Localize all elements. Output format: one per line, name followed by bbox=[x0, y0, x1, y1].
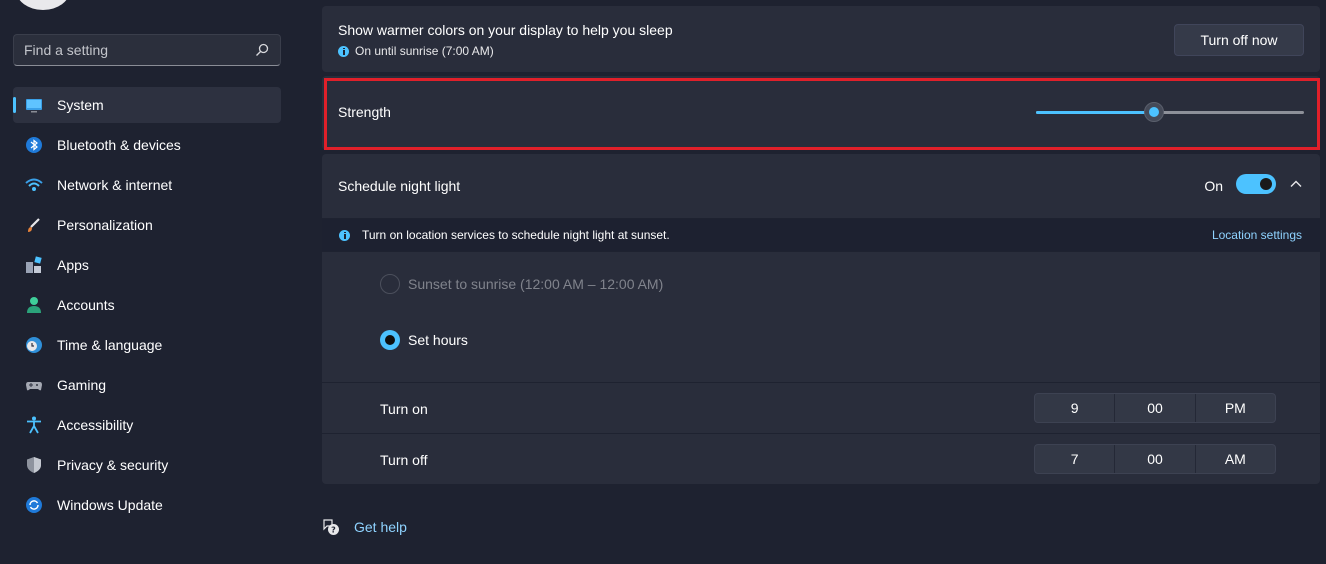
sidebar-item-label: Privacy & security bbox=[57, 457, 169, 473]
status-title: Show warmer colors on your display to he… bbox=[338, 22, 673, 38]
period-field[interactable]: AM bbox=[1196, 445, 1275, 473]
shield-icon bbox=[25, 456, 43, 474]
search-input[interactable] bbox=[24, 42, 254, 58]
gamepad-icon bbox=[25, 376, 43, 394]
accessibility-icon bbox=[25, 416, 43, 434]
slider-thumb[interactable] bbox=[1143, 102, 1164, 122]
sidebar-item-gaming[interactable]: Gaming bbox=[13, 367, 281, 403]
schedule-options: Sunset to sunrise (12:00 AM – 12:00 AM) … bbox=[322, 252, 1320, 382]
sidebar-item-label: Apps bbox=[57, 257, 89, 273]
sidebar-item-apps[interactable]: Apps bbox=[13, 247, 281, 283]
sidebar-item-label: System bbox=[57, 97, 104, 113]
radio-set-hours[interactable]: Set hours bbox=[380, 330, 468, 350]
period-field[interactable]: PM bbox=[1196, 394, 1275, 422]
sidebar-item-label: Windows Update bbox=[57, 497, 163, 513]
night-light-status-card: Show warmer colors on your display to he… bbox=[322, 6, 1320, 72]
turn-on-time-picker[interactable]: 9 00 PM bbox=[1034, 393, 1276, 423]
strength-slider[interactable] bbox=[1036, 102, 1304, 122]
turn-on-label: Turn on bbox=[380, 401, 428, 417]
sidebar-item-time-language[interactable]: Time & language bbox=[13, 327, 281, 363]
sidebar-item-label: Network & internet bbox=[57, 177, 173, 193]
sidebar-item-label: Accessibility bbox=[57, 417, 134, 433]
update-icon bbox=[25, 496, 43, 514]
schedule-state: On bbox=[1204, 178, 1223, 194]
schedule-label: Schedule night light bbox=[338, 178, 461, 194]
sidebar-item-accounts[interactable]: Accounts bbox=[13, 287, 281, 323]
sidebar-item-windows-update[interactable]: Windows Update bbox=[13, 487, 281, 523]
get-help-label: Get help bbox=[354, 519, 407, 535]
globe-clock-icon bbox=[25, 336, 43, 354]
strength-label: Strength bbox=[338, 104, 391, 120]
schedule-toggle[interactable] bbox=[1236, 174, 1276, 194]
avatar[interactable] bbox=[16, 0, 70, 10]
sidebar-item-bluetooth[interactable]: Bluetooth & devices bbox=[13, 127, 281, 163]
location-settings-link[interactable]: Location settings bbox=[1212, 228, 1302, 242]
turn-on-row: Turn on 9 00 PM bbox=[322, 383, 1320, 433]
strength-card: Strength bbox=[322, 76, 1320, 150]
bluetooth-icon bbox=[25, 136, 43, 154]
minute-field[interactable]: 00 bbox=[1115, 445, 1196, 473]
slider-fill bbox=[1036, 111, 1154, 114]
info-icon bbox=[339, 229, 350, 241]
search-box[interactable] bbox=[13, 34, 281, 66]
location-info-bar: Turn on location services to schedule ni… bbox=[322, 219, 1320, 251]
status-subtitle: On until sunrise (7:00 AM) bbox=[338, 44, 494, 58]
get-help-link[interactable]: ? Get help bbox=[322, 518, 407, 536]
sidebar-item-label: Accounts bbox=[57, 297, 115, 313]
turn-off-time-picker[interactable]: 7 00 AM bbox=[1034, 444, 1276, 474]
search-icon[interactable] bbox=[254, 42, 270, 58]
person-icon bbox=[25, 296, 43, 314]
sidebar-item-personalization[interactable]: Personalization bbox=[13, 207, 281, 243]
sidebar-item-accessibility[interactable]: Accessibility bbox=[13, 407, 281, 443]
sidebar-item-privacy[interactable]: Privacy & security bbox=[13, 447, 281, 483]
help-chat-icon: ? bbox=[323, 519, 339, 535]
sidebar-item-label: Bluetooth & devices bbox=[57, 137, 181, 153]
hour-field[interactable]: 9 bbox=[1035, 394, 1116, 422]
radio-button[interactable] bbox=[380, 274, 400, 294]
sidebar-item-label: Personalization bbox=[57, 217, 153, 233]
monitor-icon bbox=[25, 96, 43, 114]
chevron-up-icon[interactable] bbox=[1288, 176, 1304, 192]
apps-icon bbox=[25, 256, 43, 274]
sidebar-item-network[interactable]: Network & internet bbox=[13, 167, 281, 203]
radio-label: Set hours bbox=[408, 332, 468, 348]
brush-icon bbox=[25, 216, 43, 234]
radio-button[interactable] bbox=[380, 330, 400, 350]
radio-label: Sunset to sunrise (12:00 AM – 12:00 AM) bbox=[408, 276, 664, 292]
radio-sunset-to-sunrise[interactable]: Sunset to sunrise (12:00 AM – 12:00 AM) bbox=[380, 274, 663, 294]
turn-off-now-button[interactable]: Turn off now bbox=[1174, 24, 1304, 56]
wifi-icon bbox=[25, 176, 43, 194]
sidebar-item-label: Time & language bbox=[57, 337, 163, 353]
settings-window: System Bluetooth & devices Network & int… bbox=[0, 0, 1326, 564]
sidebar-nav: System Bluetooth & devices Network & int… bbox=[13, 87, 281, 527]
schedule-header[interactable]: Schedule night light On bbox=[322, 154, 1320, 218]
info-icon bbox=[338, 45, 349, 57]
sidebar-item-label: Gaming bbox=[57, 377, 107, 393]
turn-off-row: Turn off 7 00 AM bbox=[322, 434, 1320, 484]
status-subtitle-text: On until sunrise (7:00 AM) bbox=[355, 44, 494, 58]
sidebar-item-system[interactable]: System bbox=[13, 87, 281, 123]
minute-field[interactable]: 00 bbox=[1115, 394, 1196, 422]
turn-off-label: Turn off bbox=[380, 452, 428, 468]
hour-field[interactable]: 7 bbox=[1035, 445, 1116, 473]
svg-text:?: ? bbox=[331, 526, 336, 535]
info-text: Turn on location services to schedule ni… bbox=[362, 228, 670, 242]
